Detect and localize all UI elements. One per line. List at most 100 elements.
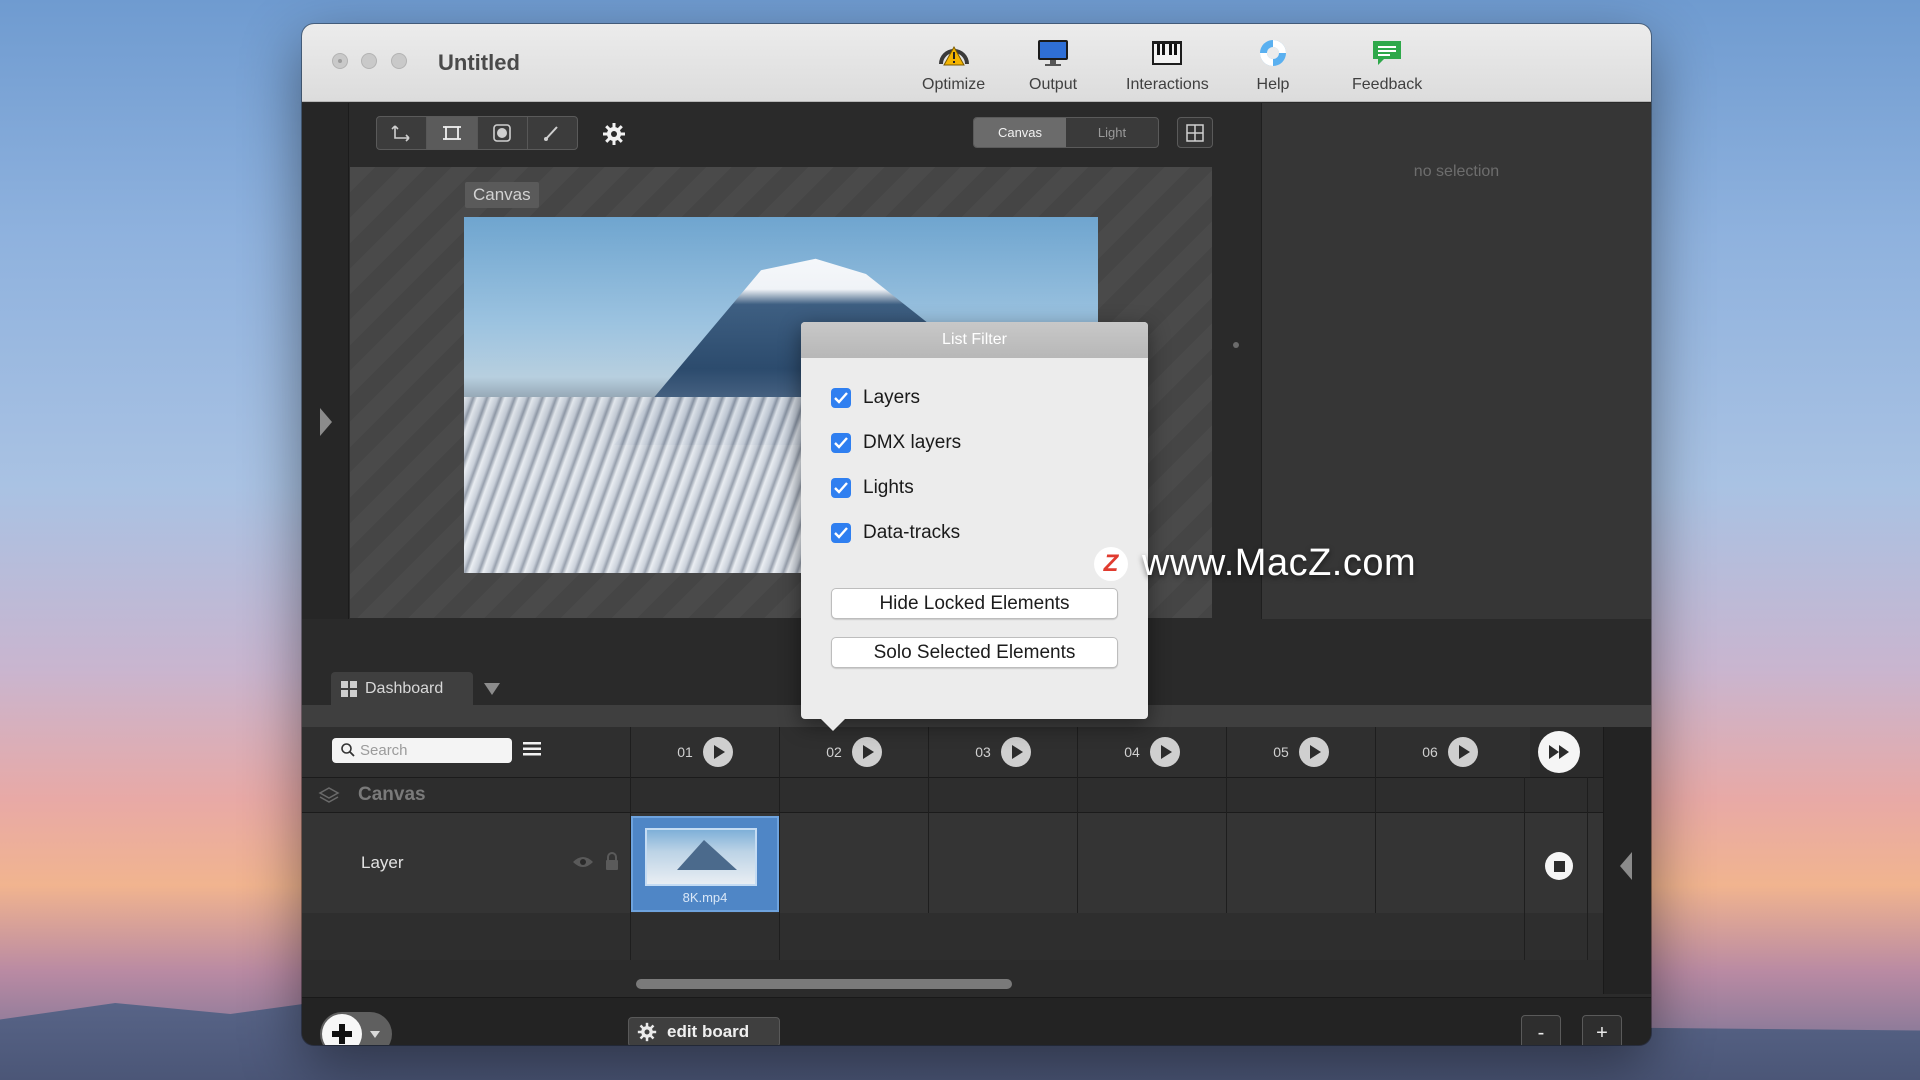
filter-label: DMX layers [863,432,962,453]
play-icon[interactable] [1000,737,1031,767]
list-filter-icon [523,742,541,756]
zoom-in-button[interactable]: + [1582,1015,1622,1045]
light-view-button[interactable]: Light [1066,118,1158,147]
transform-tool[interactable] [377,117,428,149]
feedback-icon [1370,38,1404,68]
cue-number: 06 [1422,744,1438,760]
interactions-label: Interactions [1126,76,1209,93]
edit-board-button[interactable]: edit board [628,1017,780,1045]
search-icon [341,743,355,757]
timeline: Search 01 02 03 04 05 06 Canvas Layer 8K… [302,727,1651,997]
interactions-button[interactable]: Interactions [1126,38,1209,94]
layer-row[interactable]: Layer 8K.mp4 [302,813,1603,913]
canvas-light-toggle: Canvas Light [973,117,1159,148]
crop-tool[interactable] [427,117,478,149]
canvas-settings-button[interactable] [600,120,628,148]
clip-filename: 8K.mp4 [682,890,728,905]
zoom-out-button[interactable]: - [1521,1015,1561,1045]
checkmark-icon [831,388,851,408]
horizontal-scrollbar[interactable] [630,976,1530,990]
play-icon[interactable] [851,737,882,767]
output-monitor-icon [1036,38,1070,68]
close-window-button[interactable] [332,53,348,69]
window-title: Untitled [438,50,520,75]
clip-thumbnail [645,828,757,886]
help-button[interactable]: Help [1256,38,1290,94]
play-icon[interactable] [1149,737,1180,767]
grid-divider [1375,777,1376,913]
cue-column: 04 [1077,727,1226,777]
canvas-tree-row[interactable]: Canvas [302,777,1603,813]
filter-lights-checkbox[interactable]: Lights [831,477,914,499]
stop-button[interactable] [1545,852,1573,880]
hide-locked-elements-button[interactable]: Hide Locked Elements [831,588,1118,619]
popover-title: List Filter [801,322,1148,358]
cue-column: 05 [1226,727,1375,777]
filter-label: Lights [863,477,914,498]
list-filter-button[interactable] [522,739,542,759]
scrollbar-thumb[interactable] [636,979,1012,989]
play-icon[interactable] [1298,737,1329,767]
canvas-row-label: Canvas [358,784,426,805]
dashboard-dropdown-arrow-icon[interactable] [484,683,500,695]
empty-track-row [302,913,1603,960]
feedback-button[interactable]: Feedback [1352,38,1422,94]
output-button[interactable]: Output [1029,38,1077,94]
canvas-tool-group [376,116,578,150]
help-label: Help [1256,76,1290,93]
list-filter-popover: List Filter Layers DMX layers Lights Dat… [801,322,1148,731]
dashboard-grid-icon [341,680,357,697]
layer-name: Layer [361,853,404,872]
cue-column: 06 [1375,727,1524,777]
expand-right-arrow-icon[interactable] [1620,852,1632,880]
grid-divider [1226,777,1227,913]
cue-column: 02 [779,727,928,777]
media-clip[interactable]: 8K.mp4 [631,816,779,912]
minimize-window-button[interactable] [361,53,377,69]
cue-number: 04 [1124,744,1140,760]
play-icon[interactable] [1447,737,1478,767]
brush-icon [544,126,559,141]
fast-forward-button[interactable] [1538,731,1580,773]
grid-layout-icon [1186,123,1204,142]
optimize-label: Optimize [922,76,986,93]
expand-left-arrow-icon[interactable] [320,408,332,436]
search-input[interactable]: Search [332,738,512,763]
filter-layers-checkbox[interactable]: Layers [831,387,920,409]
eye-icon[interactable] [572,855,594,869]
filter-data-tracks-checkbox[interactable]: Data-tracks [831,522,960,544]
mask-icon [493,124,511,142]
cue-number: 03 [975,744,991,760]
cue-column: 01 [630,727,779,777]
title-bar: Untitled Optimize Output Interactions He… [302,24,1651,102]
canvas-label: Canvas [465,182,539,208]
cue-number: 05 [1273,744,1289,760]
splitter-handle[interactable] [1233,342,1239,348]
watermark-logo: Z [1094,546,1128,581]
cue-header: 01 02 03 04 05 06 [630,727,1530,777]
checkmark-icon [831,523,851,543]
lock-icon[interactable] [605,851,619,871]
optimize-button[interactable]: Optimize [922,38,985,94]
filter-label: Data-tracks [863,522,961,543]
filter-dmx-layers-checkbox[interactable]: DMX layers [831,432,961,454]
edit-board-label: edit board [667,1022,750,1041]
zoom-window-button[interactable] [391,53,407,69]
dashboard-tab[interactable]: Dashboard [331,672,473,705]
grid-divider [630,727,631,960]
grid-divider [779,777,780,960]
search-row: Search [302,727,630,777]
play-icon[interactable] [702,737,733,767]
add-element-button[interactable] [320,1012,392,1045]
layout-grid-button[interactable] [1177,117,1213,148]
checkmark-icon [831,433,851,453]
brush-tool[interactable] [528,117,577,149]
solo-selected-elements-button[interactable]: Solo Selected Elements [831,637,1118,668]
mask-tool[interactable] [478,117,528,149]
watermark: Z www.MacZ.com [1094,542,1416,585]
bottom-bar: edit board - + [302,997,1651,1045]
canvas-view-button[interactable]: Canvas [974,118,1066,147]
interactions-icon [1150,38,1184,68]
output-label: Output [1029,76,1078,93]
checkmark-icon [831,478,851,498]
